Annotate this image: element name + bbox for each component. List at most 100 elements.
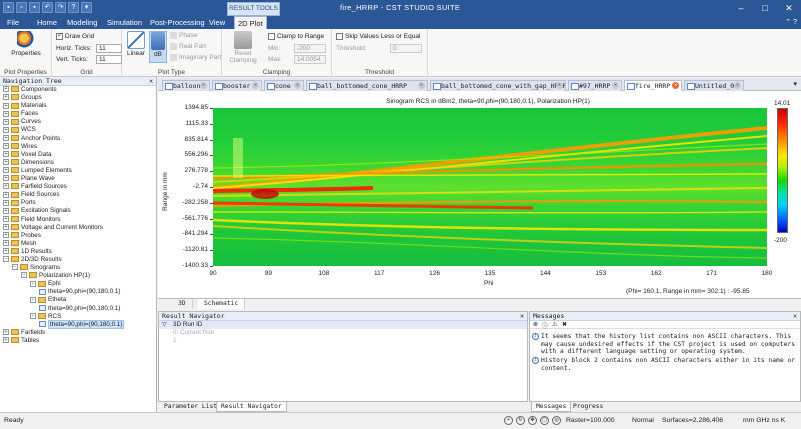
expand-icon[interactable]: + [3,248,9,255]
tab-messages[interactable]: Messages [531,402,572,412]
error-filter-icon[interactable]: ✖ [562,321,567,328]
expand-icon[interactable]: + [3,240,9,247]
reset-clamping-button[interactable]: Reset Clamping [226,31,260,64]
min-input[interactable]: -200 [294,44,326,53]
tab-modeling[interactable]: Modeling [64,16,100,29]
tree-item[interactable]: + Faces [0,110,156,118]
db-button[interactable]: dB [149,31,167,63]
tree-item[interactable]: + Dimensions [0,159,156,167]
expand-icon[interactable]: + [3,175,9,182]
result-navigator-column-header[interactable]: ▽ 3D Run ID [159,321,527,329]
pan-icon[interactable]: ✥ [528,416,537,425]
expand-icon[interactable]: + [3,126,9,133]
minimize-ribbon-icon[interactable]: ⌃ [785,19,791,26]
doc-tab-97-hrrp[interactable]: #97_HRRP ✕ [568,80,622,91]
maximize-icon[interactable]: □ [753,0,777,16]
zoom-icon[interactable]: + [504,416,513,425]
tab-home[interactable]: Home [34,16,60,29]
expand-icon[interactable]: + [3,151,9,158]
doc-tab-ball-bottomed-cone-hrrp[interactable]: ball_bottomed_cone_HRRP ✕ [306,80,428,91]
tree-item[interactable]: + Ports [0,199,156,207]
sinogram-heatmap[interactable] [213,108,767,266]
close-tab-icon[interactable]: ✕ [294,82,301,89]
tree-item[interactable]: − Etheta [0,296,156,304]
expand-icon[interactable]: + [3,329,9,336]
minimize-icon[interactable]: – [729,0,753,16]
tree-item[interactable]: + Plane Wave [0,175,156,183]
message-item[interactable]: i It seems that the history list contain… [532,333,800,356]
expand-icon[interactable]: + [3,118,9,125]
expand-icon[interactable]: − [3,256,9,263]
close-tab-icon[interactable]: ✕ [672,82,679,89]
draw-grid-checkbox[interactable]: Draw Grid [56,31,94,40]
tree-item[interactable]: + Curves [0,118,156,126]
tree-item[interactable]: theta=90,phi=(90,180,0.1) [0,305,156,313]
linear-button[interactable]: Linear [124,31,148,57]
help-icon[interactable]: ? [68,2,79,13]
filter-icon[interactable]: ▽ [162,321,167,329]
tab-post-processing[interactable]: Post-Processing [147,16,208,29]
close-tab-icon[interactable]: ✕ [734,82,741,89]
max-input[interactable]: 14.0054 [294,55,326,64]
units-status[interactable]: mm GHz ns K [743,417,785,424]
tree-item[interactable]: + Farfields [0,329,156,337]
redo-icon[interactable]: ↷ [55,2,66,13]
tree-item[interactable]: − Polarization HP(1) [0,272,156,280]
doc-tab-fire-hrrp[interactable]: fire_HRRP ✕ [624,80,682,91]
expand-icon[interactable]: + [3,199,9,206]
tab-simulation[interactable]: Simulation [104,16,145,29]
properties-button[interactable]: Properties [8,31,44,57]
tab-list-icon[interactable]: ▾ [793,80,797,88]
tab-schematic[interactable]: Schematic [198,299,246,309]
tree-item[interactable]: + Voxel Data [0,151,156,159]
tree-item[interactable]: theta=90,phi=(90,180,0.1) [0,288,156,296]
tab-3d[interactable]: 3D [172,299,193,309]
tree-item[interactable]: + Probes [0,232,156,240]
close-tab-icon[interactable]: ✕ [200,82,207,89]
tree-item[interactable]: − 2D/3D Results [0,256,156,264]
new-file-icon[interactable]: ▪ [3,2,14,13]
expand-icon[interactable]: + [3,159,9,166]
expand-icon[interactable]: − [12,264,18,271]
expand-icon[interactable]: + [3,337,9,344]
tree-item[interactable]: + Mesh [0,240,156,248]
doc-tab-ball-bottomed-cone-with-gap-hrrp[interactable]: ball_bottomed_cone_with_gap_HRRP ✕ [430,80,566,91]
expand-icon[interactable]: + [3,191,9,198]
tree-item[interactable]: + WCS [0,126,156,134]
message-item[interactable]: i History block 2 contains non ASCII cha… [532,357,800,372]
tree-item[interactable]: + Groups [0,94,156,102]
fit-view-icon[interactable]: ▢ [540,416,549,425]
list-item[interactable]: 1 [159,337,527,345]
close-tab-icon[interactable]: ✕ [556,82,563,89]
tree-item[interactable]: + Voltage and Current Monitors [0,224,156,232]
skip-values-checkbox[interactable]: Skip Values Less or Equal [336,33,420,40]
expand-icon[interactable]: + [3,94,9,101]
close-tab-icon[interactable]: ✕ [418,82,425,89]
imaginary-part-option[interactable]: Imaginary Part [170,54,221,61]
tab-result-navigator[interactable]: Result Navigator [216,402,287,412]
expand-icon[interactable]: + [3,110,9,117]
expand-icon[interactable]: + [3,183,9,190]
tree-item[interactable]: +1D Results [0,248,156,256]
close-tab-icon[interactable]: ✕ [252,82,259,89]
expand-icon[interactable]: − [21,272,27,279]
tab-file[interactable]: File [4,16,23,29]
tree-item[interactable]: − Ephi [0,280,156,288]
view-options-icon[interactable]: ◎ [552,416,561,425]
tree-item[interactable]: + Field Sources [0,191,156,199]
info-filter-icon[interactable]: ⓘ [542,321,548,330]
undo-icon[interactable]: ↶ [42,2,53,13]
expand-icon[interactable]: + [3,102,9,109]
tree-item[interactable]: + Anchor Points [0,135,156,143]
tab-view[interactable]: View [206,16,228,29]
phase-option[interactable]: Phase [170,32,197,39]
save-icon[interactable]: ▪ [29,2,40,13]
doc-tab-booster[interactable]: booster ✕ [212,80,262,91]
expand-icon[interactable]: − [30,312,36,319]
panel-close-icon[interactable]: ✕ [149,77,153,86]
expand-icon[interactable]: + [3,207,9,214]
tree-item[interactable]: + Lumped Elements [0,167,156,175]
doc-tab-balloon[interactable]: balloon ✕ [162,80,210,91]
expand-icon[interactable]: + [3,86,9,93]
tree-item[interactable]: theta=90,phi=(90,180,0.1) [0,319,156,329]
